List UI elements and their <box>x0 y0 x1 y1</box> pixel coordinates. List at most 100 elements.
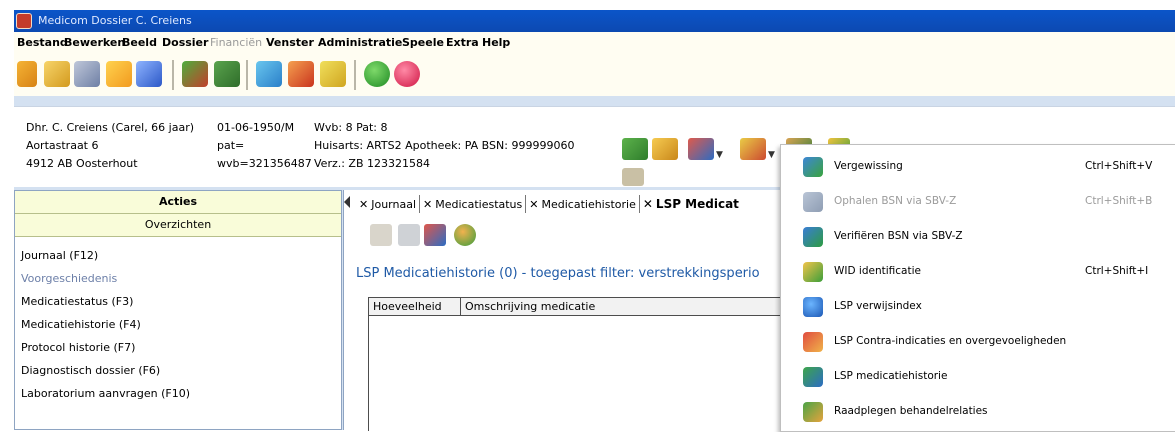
context-menu-shortcut: Ctrl+Shift+B <box>1085 195 1153 207</box>
patient-huisarts: Huisarts: ARTS2 Apotheek: PA BSN: 999999… <box>314 139 575 152</box>
menu-bar: Bestand Bewerken Beeld Dossier Financiën… <box>14 32 1175 54</box>
context-menu-label: Ophalen BSN via SBV-Z <box>834 195 957 207</box>
context-menu-label: Vergewissing <box>834 160 903 172</box>
context-menu-label: Raadplegen behandelrelaties <box>834 405 988 417</box>
document-icon[interactable] <box>74 61 100 87</box>
nav-laboratorium[interactable]: Laboratorium aanvragen (F10) <box>21 387 190 400</box>
context-menu-item[interactable]: LSP medicatiehistorie <box>781 359 1175 393</box>
nav-medicatiestatus[interactable]: Medicatiestatus (F3) <box>21 295 133 308</box>
nav-diagnostisch-dossier[interactable]: Diagnostisch dossier (F6) <box>21 364 160 377</box>
lsp-history-title: LSP Medicatiehistorie (0) - toegepast fi… <box>356 266 760 281</box>
tab-medicatiestatus[interactable]: ✕ Medicatiestatus <box>420 195 527 213</box>
context-menu-label: WID identificatie <box>834 265 921 277</box>
tab-strip: ✕ Journaal ✕ Medicatiestatus ✕ Medicatiehisto… <box>356 194 742 216</box>
context-menu-item[interactable]: WID identificatie Ctrl+Shift+I <box>781 254 1175 288</box>
nav-protocol-historie[interactable]: Protocol historie (F7) <box>21 341 135 354</box>
toolbar-separator <box>354 60 356 90</box>
lsp-medication-icon <box>803 367 823 387</box>
pills-icon[interactable] <box>288 61 314 87</box>
medication-table: Hoeveelheid Omschrijving medicatie <box>368 297 789 431</box>
flag-icon[interactable] <box>17 61 37 87</box>
menu-bestand[interactable]: Bestand <box>17 36 68 49</box>
context-menu-shortcut: Ctrl+Shift+V <box>1085 160 1153 172</box>
nav-medicatiehistorie[interactable]: Medicatiehistorie (F4) <box>21 318 141 331</box>
close-icon[interactable]: ✕ <box>643 197 653 211</box>
bsn-fetch-icon <box>803 192 823 212</box>
acties-header[interactable]: Acties <box>15 191 341 214</box>
context-menu-item[interactable]: Verifiëren BSN via SBV-Z <box>781 219 1175 253</box>
menu-bewerken[interactable]: Bewerken <box>64 36 125 49</box>
lsp-index-icon <box>803 297 823 317</box>
cart-icon[interactable] <box>320 61 346 87</box>
context-menu-label: LSP verwijsindex <box>834 300 922 312</box>
context-menu-item[interactable]: Raadplegen behandelrelaties <box>781 394 1175 428</box>
medication-icon[interactable] <box>182 61 208 87</box>
context-menu-shortcut: Ctrl+Shift+I <box>1085 265 1149 277</box>
checkmark-icon <box>803 262 823 282</box>
context-menu-item[interactable]: Ophalen BSN via SBV-Z Ctrl+Shift+B <box>781 184 1175 218</box>
lsp-contra-icon <box>803 332 823 352</box>
help-icon[interactable] <box>364 61 390 87</box>
tab-medicatiehistorie[interactable]: ✕ Medicatiehistorie <box>526 195 640 213</box>
patient-dob: 01-06-1950/M <box>217 121 295 134</box>
lsp-medication-icon[interactable] <box>424 224 446 246</box>
chevron-down-icon[interactable]: ▼ <box>768 150 775 160</box>
patient-verz: Verz.: ZB 123321584 <box>314 157 430 170</box>
tab-scroll-left-icon[interactable] <box>344 196 350 208</box>
context-menu-item[interactable]: LSP verwijsindex <box>781 289 1175 323</box>
lsp-medication-icon[interactable] <box>688 138 714 160</box>
refresh-icon[interactable] <box>454 224 476 246</box>
nav-voorgeschiedenis[interactable]: Voorgeschiedenis <box>21 272 117 285</box>
menu-venster[interactable]: Venster <box>266 36 314 49</box>
bsn-verify-icon <box>803 227 823 247</box>
allergy-icon[interactable] <box>652 138 678 160</box>
window-title-bar: Medicom Dossier C. Creiens <box>14 10 1175 32</box>
people-icon <box>803 402 823 422</box>
toolbar-separator <box>172 60 174 90</box>
tab-label: Medicatiehistorie <box>541 198 636 211</box>
menu-administratie[interactable]: Administratie <box>318 36 402 49</box>
globe-icon[interactable] <box>256 61 282 87</box>
book-icon[interactable] <box>214 61 240 87</box>
overzichten-header[interactable]: Overzichten <box>15 214 341 237</box>
menu-speele[interactable]: Speele <box>402 36 444 49</box>
context-menu-label: LSP Contra-indicaties en overgevoelighed… <box>834 335 1067 347</box>
menu-financien[interactable]: Financiën <box>210 36 262 49</box>
column-header-hoeveelheid[interactable]: Hoeveelheid <box>369 298 461 316</box>
close-icon[interactable]: ✕ <box>359 198 368 211</box>
app-logo-icon <box>16 13 32 29</box>
edit-icon <box>370 224 392 246</box>
context-menu-label: LSP medicatiehistorie <box>834 370 948 382</box>
close-icon[interactable]: ✕ <box>423 198 432 211</box>
patient-city: 4912 AB Oosterhout <box>26 157 138 170</box>
star-icon[interactable] <box>106 61 132 87</box>
vergewissing-icon <box>803 157 823 177</box>
tab-label: LSP Medicat <box>655 197 739 211</box>
patient-card-icon[interactable] <box>44 61 70 87</box>
lsp-disabled-icon <box>622 168 644 186</box>
menu-beeld[interactable]: Beeld <box>122 36 157 49</box>
patient-pat: pat= <box>217 139 245 152</box>
arrow-icon[interactable] <box>136 61 162 87</box>
stop-icon[interactable] <box>394 61 420 87</box>
menu-dossier[interactable]: Dossier <box>162 36 208 49</box>
context-menu-item[interactable]: Vergewissing Ctrl+Shift+V <box>781 149 1175 183</box>
main-toolbar <box>14 54 1175 96</box>
tab-lsp-medicatiehistorie[interactable]: ✕ LSP Medicat <box>640 194 742 213</box>
nav-journaal[interactable]: Journaal (F12) <box>21 249 98 262</box>
context-menu-item[interactable]: LSP Contra-indicaties en overgevoelighed… <box>781 324 1175 358</box>
context-menu-label: Verifiëren BSN via SBV-Z <box>834 230 963 242</box>
chevron-down-icon[interactable]: ▼ <box>716 150 723 160</box>
tab-label: Journaal <box>371 198 417 211</box>
column-header-omschrijving[interactable]: Omschrijving medicatie <box>461 298 789 316</box>
tab-label: Medicatiestatus <box>435 198 523 211</box>
patient-street: Aortastraat 6 <box>26 139 99 152</box>
patient-wvb: Wvb: 8 Pat: 8 <box>314 121 388 134</box>
menu-extra[interactable]: Extra <box>446 36 479 49</box>
sbv-icon[interactable] <box>740 138 766 160</box>
tab-journaal[interactable]: ✕ Journaal <box>356 195 421 213</box>
left-navigation-panel: Acties Overzichten Journaal (F12) Voorge… <box>14 190 342 430</box>
close-icon[interactable]: ✕ <box>529 198 538 211</box>
menu-help[interactable]: Help <box>482 36 510 49</box>
chart-icon[interactable] <box>622 138 648 160</box>
